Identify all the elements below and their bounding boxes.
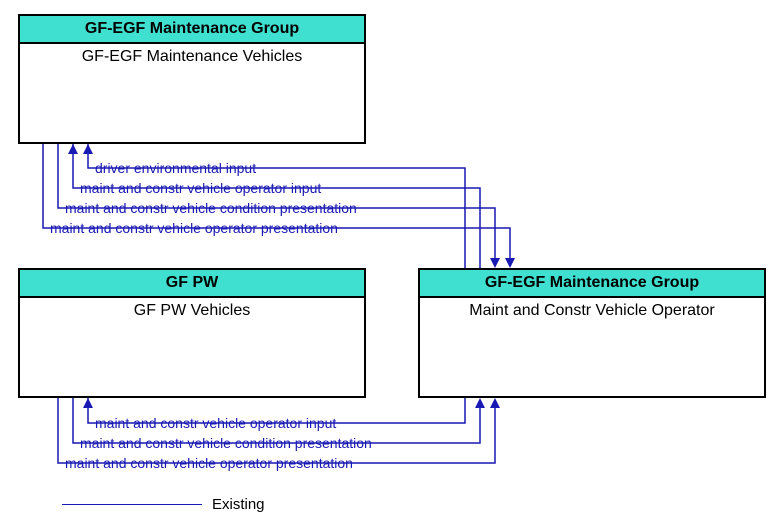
node-body: GF-EGF Maintenance Vehicles — [20, 44, 364, 70]
node-header: GF-EGF Maintenance Group — [20, 16, 364, 44]
node-header: GF PW — [20, 270, 364, 298]
legend-line — [62, 504, 202, 505]
node-body: GF PW Vehicles — [20, 298, 364, 324]
node-gf-pw-vehicles[interactable]: GF PW GF PW Vehicles — [18, 268, 366, 398]
flow-label-condition-presentation-top: maint and constr vehicle condition prese… — [65, 200, 357, 216]
node-gfegf-maint-vehicles[interactable]: GF-EGF Maintenance Group GF-EGF Maintena… — [18, 14, 366, 144]
node-body: Maint and Constr Vehicle Operator — [420, 298, 764, 324]
flow-label-operator-presentation-bottom: maint and constr vehicle operator presen… — [65, 455, 353, 471]
flow-label-condition-presentation-bottom: maint and constr vehicle condition prese… — [80, 435, 372, 451]
flow-label-operator-input-bottom: maint and constr vehicle operator input — [95, 415, 336, 431]
node-maint-constr-operator[interactable]: GF-EGF Maintenance Group Maint and Const… — [418, 268, 766, 398]
flow-label-operator-presentation-top: maint and constr vehicle operator presen… — [50, 220, 338, 236]
node-header: GF-EGF Maintenance Group — [420, 270, 764, 298]
legend-text: Existing — [212, 496, 265, 513]
flow-label-driver-env-input: driver environmental input — [95, 160, 256, 176]
legend-existing: Existing — [62, 496, 265, 513]
flow-label-operator-input-top: maint and constr vehicle operator input — [80, 180, 321, 196]
